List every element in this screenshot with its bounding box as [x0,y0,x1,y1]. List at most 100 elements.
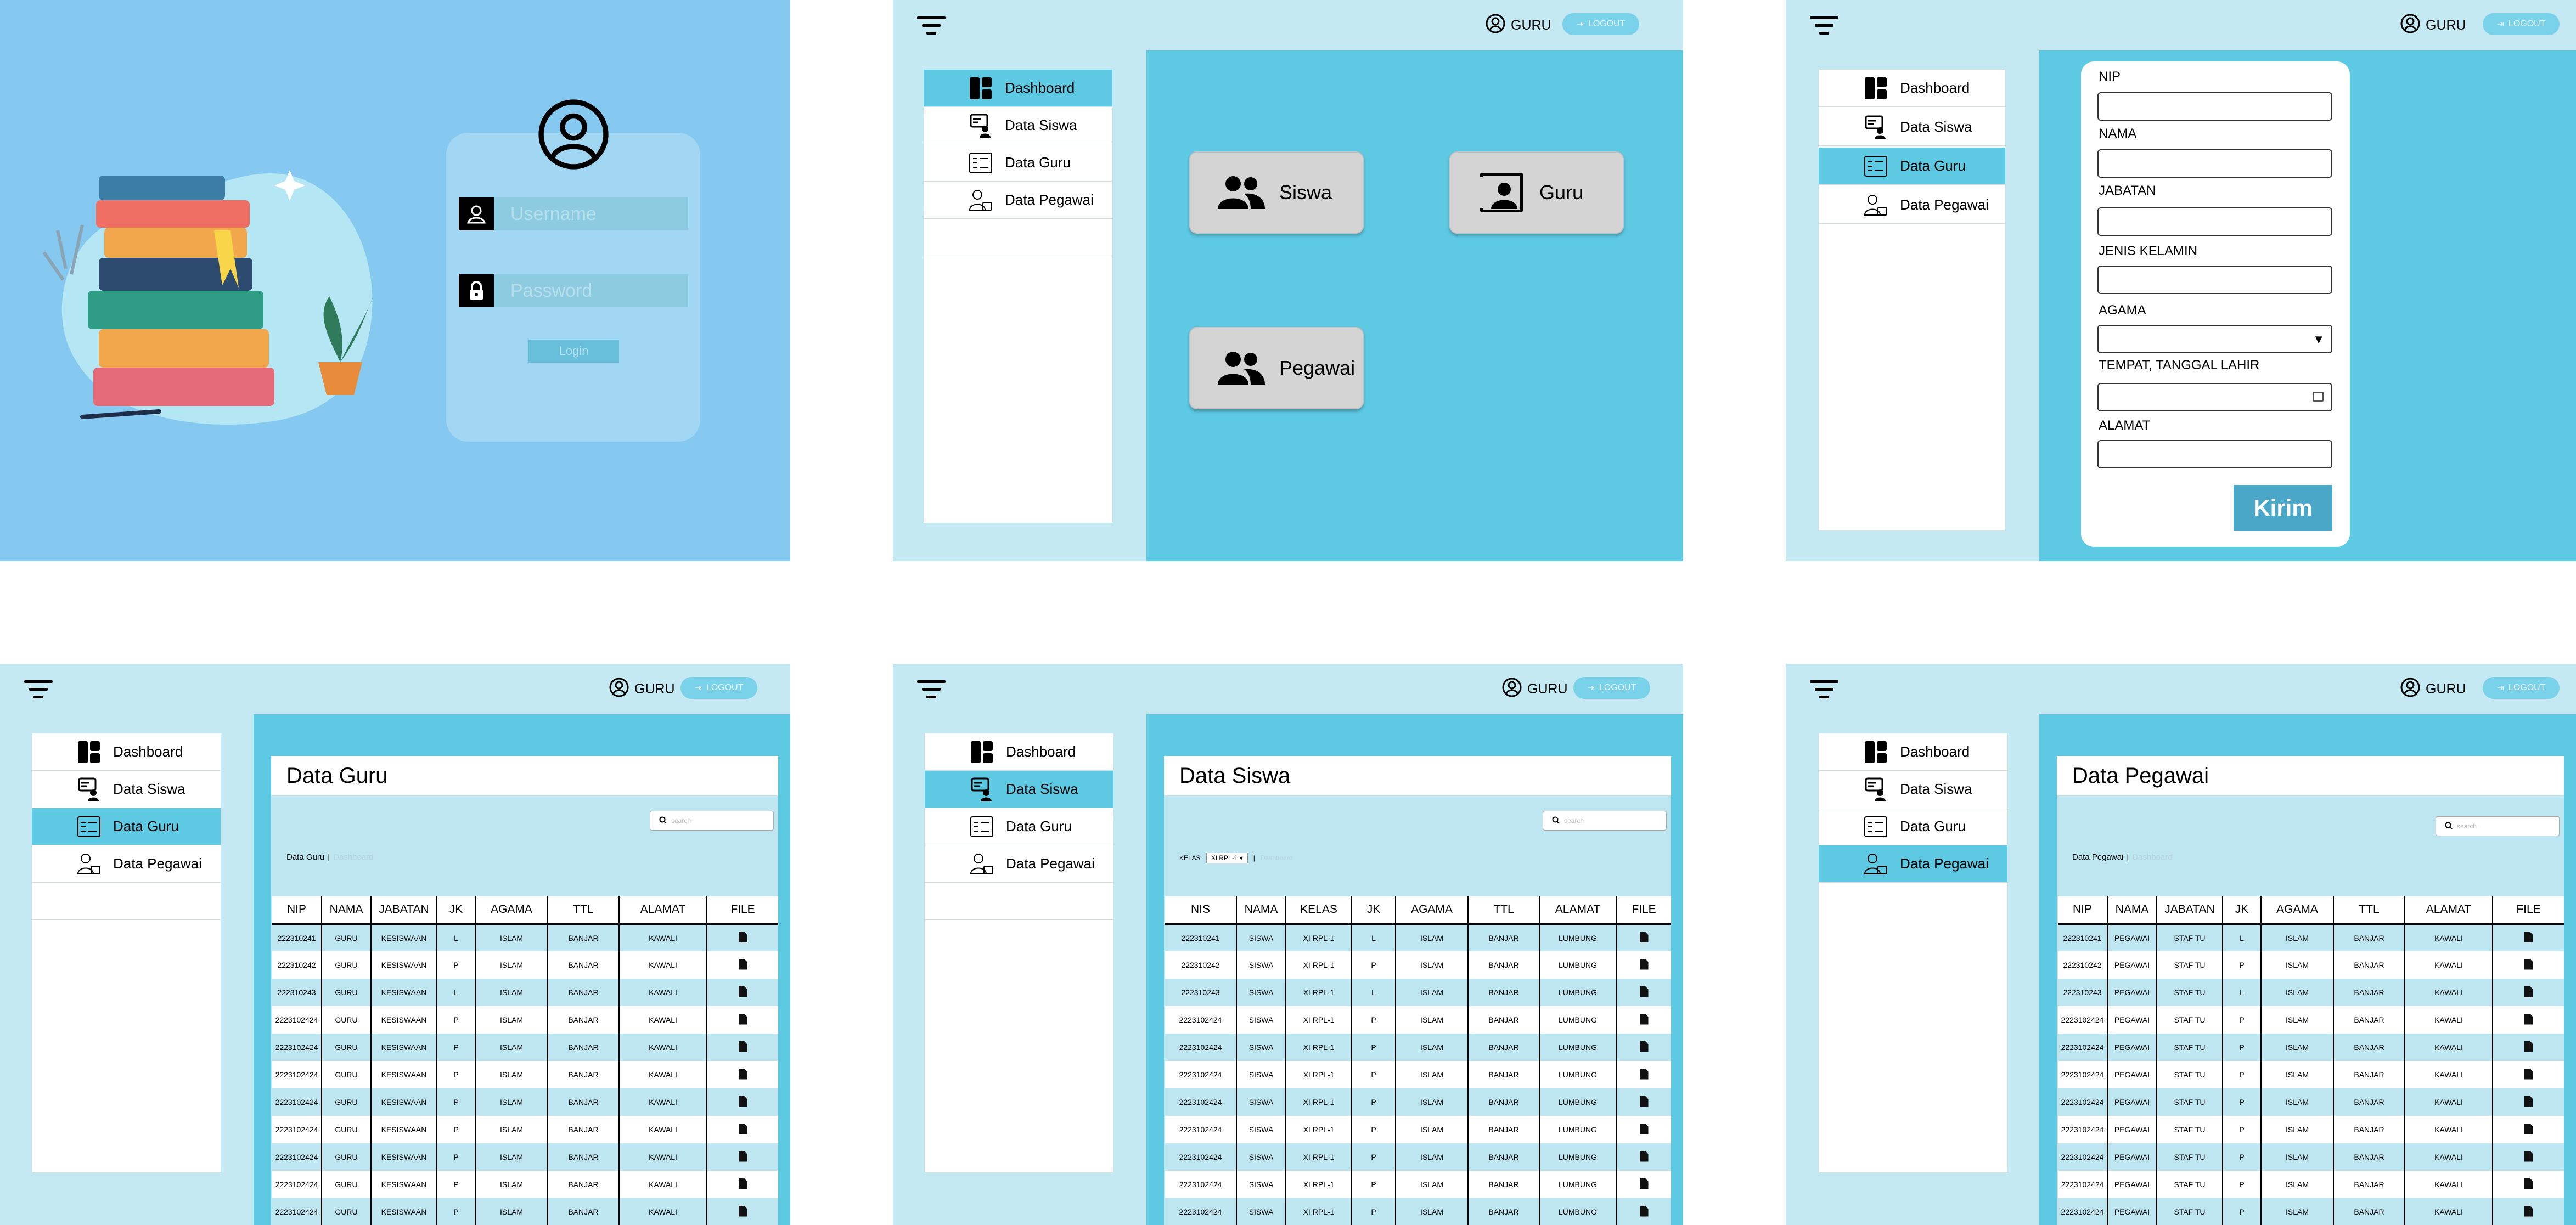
file-icon[interactable] [738,958,747,970]
username-input[interactable] [494,197,688,230]
sidebar-item-dashboard[interactable]: Dashboard [1819,733,2007,771]
file-icon[interactable] [2524,1150,2533,1162]
table-row[interactable]: 2223102424 GURU KESISWAAN P ISLAM BANJAR KAWAL… [272,1006,778,1034]
table-row[interactable]: 2223102424 SISWA XI RPL-1 P ISLAM BANJAR LUMBU… [1165,1006,1671,1034]
filter-menu-icon[interactable] [1810,680,1838,700]
file-icon[interactable] [1639,1041,1649,1052]
file-icon[interactable] [2524,1041,2533,1052]
table-row[interactable]: 2223102424 SISWA XI RPL-1 P ISLAM BANJAR LUMBU… [1165,1034,1671,1061]
table-row[interactable]: 2223102424 GURU KESISWAAN P ISLAM BANJAR KAWAL… [272,1198,778,1225]
logout-button[interactable]: ⇥ LOGOUT [1562,13,1639,35]
file-icon[interactable] [2524,1013,2533,1025]
password-input[interactable] [494,274,688,307]
file-icon[interactable] [738,1150,747,1162]
file-icon[interactable] [2524,1096,2533,1107]
file-icon[interactable] [2524,1178,2533,1189]
sidebar-item-data-siswa[interactable]: Data Siswa [32,771,221,808]
file-icon[interactable] [1639,1205,1649,1217]
sidebar-item-data-pegawai[interactable]: Data Pegawai [32,845,221,883]
user-indicator[interactable]: GURU [1502,678,1568,701]
file-icon[interactable] [738,1068,747,1080]
sidebar-item-data-pegawai[interactable]: Data Pegawai [924,182,1112,219]
sidebar-item-dashboard[interactable]: Dashboard [925,733,1113,771]
file-icon[interactable] [738,932,747,943]
table-row[interactable]: 222310243 PEGAWAI STAF TU L ISLAM BANJAR KAWAL… [2058,979,2564,1006]
table-row[interactable]: 2223102424 SISWA XI RPL-1 P ISLAM BANJAR LUMBU… [1165,1116,1671,1143]
file-icon[interactable] [1639,986,1649,997]
table-row[interactable]: 222310242 PEGAWAI STAF TU P ISLAM BANJAR KAWAL… [2058,951,2564,979]
sidebar-item-data-guru[interactable]: Data Guru [1819,148,2005,185]
table-row[interactable]: 222310242 GURU KESISWAAN P ISLAM BANJAR KAWALI [272,951,778,979]
file-icon[interactable] [738,986,747,997]
kelas-select[interactable]: XI RPL-1 ▾ [1206,853,1248,863]
file-icon[interactable] [1639,1178,1649,1189]
guru-card[interactable]: Guru [1449,151,1624,234]
file-icon[interactable] [1639,1096,1649,1107]
sidebar-item-dashboard[interactable]: Dashboard [1819,70,2005,107]
table-row[interactable]: 2223102424 PEGAWAI STAF TU P ISLAM BANJAR KAWA… [2058,1006,2564,1034]
breadcrumb-dashboard[interactable]: Dashboard [2132,853,2172,862]
sidebar-item-data-guru[interactable]: Data Guru [925,808,1113,845]
file-icon[interactable] [1639,932,1649,943]
table-row[interactable]: 2223102424 SISWA XI RPL-1 P ISLAM BANJAR LUMBU… [1165,1171,1671,1198]
file-icon[interactable] [1639,1013,1649,1025]
file-icon[interactable] [738,1205,747,1217]
pegawai-card[interactable]: Pegawai [1189,327,1364,409]
table-row[interactable]: 2223102424 PEGAWAI STAF TU P ISLAM BANJAR KAWA… [2058,1116,2564,1143]
filter-menu-icon[interactable] [917,16,946,36]
calendar-icon[interactable] [2313,392,2324,402]
file-icon[interactable] [1639,1123,1649,1134]
file-icon[interactable] [2524,932,2533,943]
file-icon[interactable] [2524,986,2533,997]
agama-select[interactable]: ▼ [2097,325,2332,353]
alamat-field[interactable] [2097,440,2332,468]
table-row[interactable]: 222310242 SISWA XI RPL-1 P ISLAM BANJAR LUMBUN… [1165,951,1671,979]
table-row[interactable]: 2223102424 GURU KESISWAAN P ISLAM BANJAR KAWAL… [272,1061,778,1088]
search-input[interactable]: search [650,811,774,831]
sidebar-item-data-pegawai[interactable]: Data Pegawai [925,845,1113,883]
file-icon[interactable] [1639,958,1649,970]
file-icon[interactable] [2524,958,2533,970]
table-row[interactable]: 2223102424 PEGAWAI STAF TU P ISLAM BANJAR KAWA… [2058,1088,2564,1116]
logout-button[interactable]: ⇥ LOGOUT [2483,677,2560,699]
sidebar-item-data-guru[interactable]: Data Guru [924,144,1112,182]
sidebar-item-data-guru[interactable]: Data Guru [32,808,221,845]
ttl-date-field[interactable] [2097,383,2332,411]
user-indicator[interactable]: GURU [2400,678,2466,701]
jenis-kelamin-field[interactable] [2097,266,2332,294]
table-row[interactable]: 2223102424 SISWA XI RPL-1 P ISLAM BANJAR LUMBU… [1165,1061,1671,1088]
table-row[interactable]: 2223102424 GURU KESISWAAN P ISLAM BANJAR KAWAL… [272,1116,778,1143]
file-icon[interactable] [738,1096,747,1107]
sidebar-item-data-siswa[interactable]: Data Siswa [924,107,1112,144]
sidebar-item-dashboard[interactable]: Dashboard [32,733,221,771]
filter-menu-icon[interactable] [1810,16,1838,36]
nama-field[interactable] [2097,149,2332,178]
table-row[interactable]: 2223102424 PEGAWAI STAF TU P ISLAM BANJAR KAWA… [2058,1034,2564,1061]
table-row[interactable]: 222310241 PEGAWAI STAF TU L ISLAM BANJAR KAWAL… [2058,924,2564,951]
search-input[interactable]: search [2436,816,2560,836]
user-indicator[interactable]: GURU [1486,14,1551,37]
logout-button[interactable]: ⇥ LOGOUT [1573,677,1650,699]
kirim-button[interactable]: Kirim [2234,485,2332,531]
file-icon[interactable] [2524,1123,2533,1134]
user-indicator[interactable]: GURU [609,678,675,701]
file-icon[interactable] [2524,1205,2533,1217]
filter-menu-icon[interactable] [24,680,53,700]
sidebar-item-data-guru[interactable]: Data Guru [1819,808,2007,845]
table-row[interactable]: 2223102424 SISWA XI RPL-1 P ISLAM BANJAR LUMBU… [1165,1143,1671,1171]
filter-menu-icon[interactable] [917,680,946,700]
table-row[interactable]: 2223102424 GURU KESISWAAN P ISLAM BANJAR KAWAL… [272,1088,778,1116]
table-row[interactable]: 2223102424 GURU KESISWAAN P ISLAM BANJAR KAWAL… [272,1171,778,1198]
sidebar-item-dashboard[interactable]: Dashboard [924,70,1112,107]
login-button[interactable]: Login [528,340,619,363]
file-icon[interactable] [738,1041,747,1052]
table-row[interactable]: 2223102424 PEGAWAI STAF TU P ISLAM BANJAR KAWA… [2058,1198,2564,1225]
user-indicator[interactable]: GURU [2400,14,2466,37]
table-row[interactable]: 222310243 SISWA XI RPL-1 L ISLAM BANJAR LUMBUN… [1165,979,1671,1006]
sidebar-item-data-siswa[interactable]: Data Siswa [1819,771,2007,808]
sidebar-item-data-siswa[interactable]: Data Siswa [925,771,1113,808]
file-icon[interactable] [738,1013,747,1025]
breadcrumb-dashboard[interactable]: Dashboard [333,853,373,862]
table-row[interactable]: 2223102424 PEGAWAI STAF TU P ISLAM BANJAR KAWA… [2058,1171,2564,1198]
table-row[interactable]: 2223102424 GURU KESISWAAN P ISLAM BANJAR KAWAL… [272,1143,778,1171]
